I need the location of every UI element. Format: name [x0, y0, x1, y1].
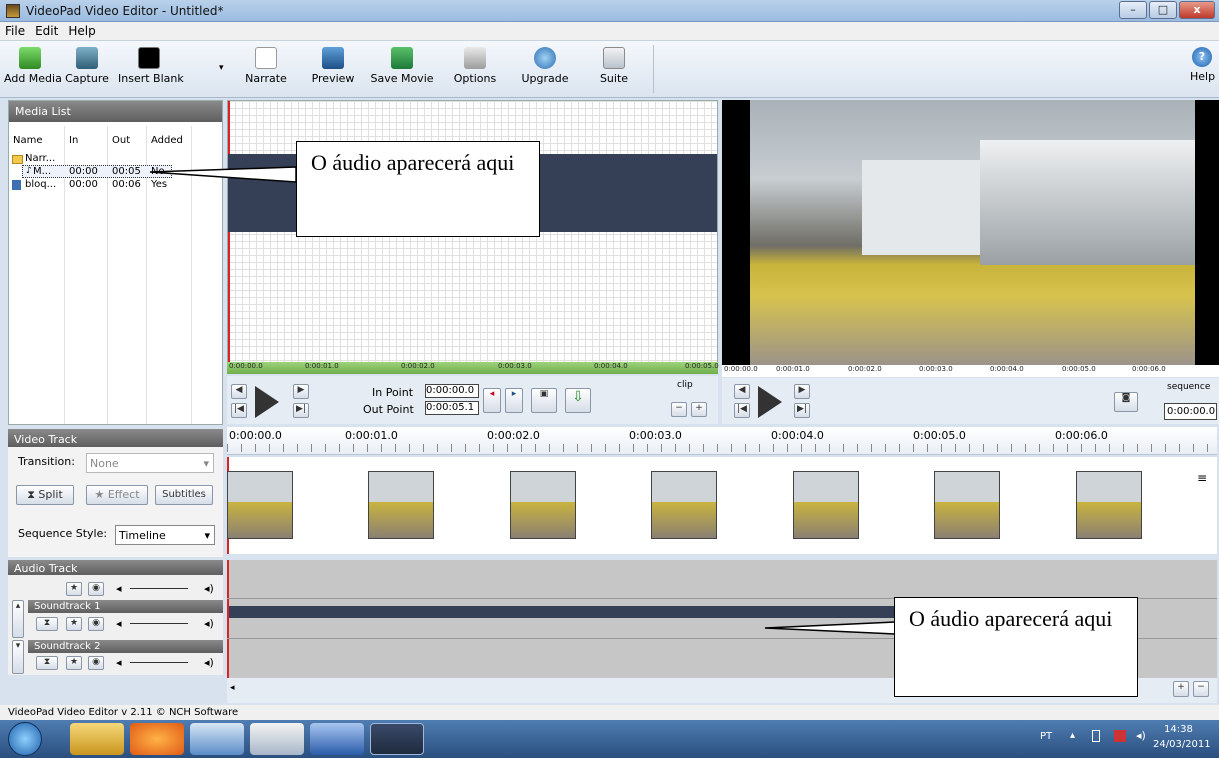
explorer-icon[interactable]: [70, 723, 124, 755]
battery-icon[interactable]: [1092, 730, 1100, 742]
clock-time[interactable]: 14:38: [1164, 724, 1193, 735]
calendar-icon[interactable]: [250, 723, 304, 755]
tray-arrow-icon[interactable]: ▴: [1070, 730, 1075, 741]
language-indicator[interactable]: PT: [1040, 731, 1052, 742]
callout-top: O áudio aparecerá aqui: [296, 141, 540, 237]
status-bar: VideoPad Video Editor v 2.11 © NCH Softw…: [0, 705, 1219, 720]
word-icon[interactable]: [310, 723, 364, 755]
flag-icon[interactable]: [1114, 730, 1126, 742]
callout-bottom: O áudio aparecerá aqui: [894, 597, 1138, 697]
clock-date[interactable]: 24/03/2011: [1153, 739, 1211, 750]
firefox-icon[interactable]: [130, 723, 184, 755]
media-player-icon[interactable]: [190, 723, 244, 755]
start-button[interactable]: [8, 722, 42, 756]
speaker-icon[interactable]: ◂): [1136, 729, 1146, 742]
videopad-icon[interactable]: [370, 723, 424, 755]
taskbar: PT ▴ ◂) 14:38 24/03/2011: [0, 720, 1219, 758]
